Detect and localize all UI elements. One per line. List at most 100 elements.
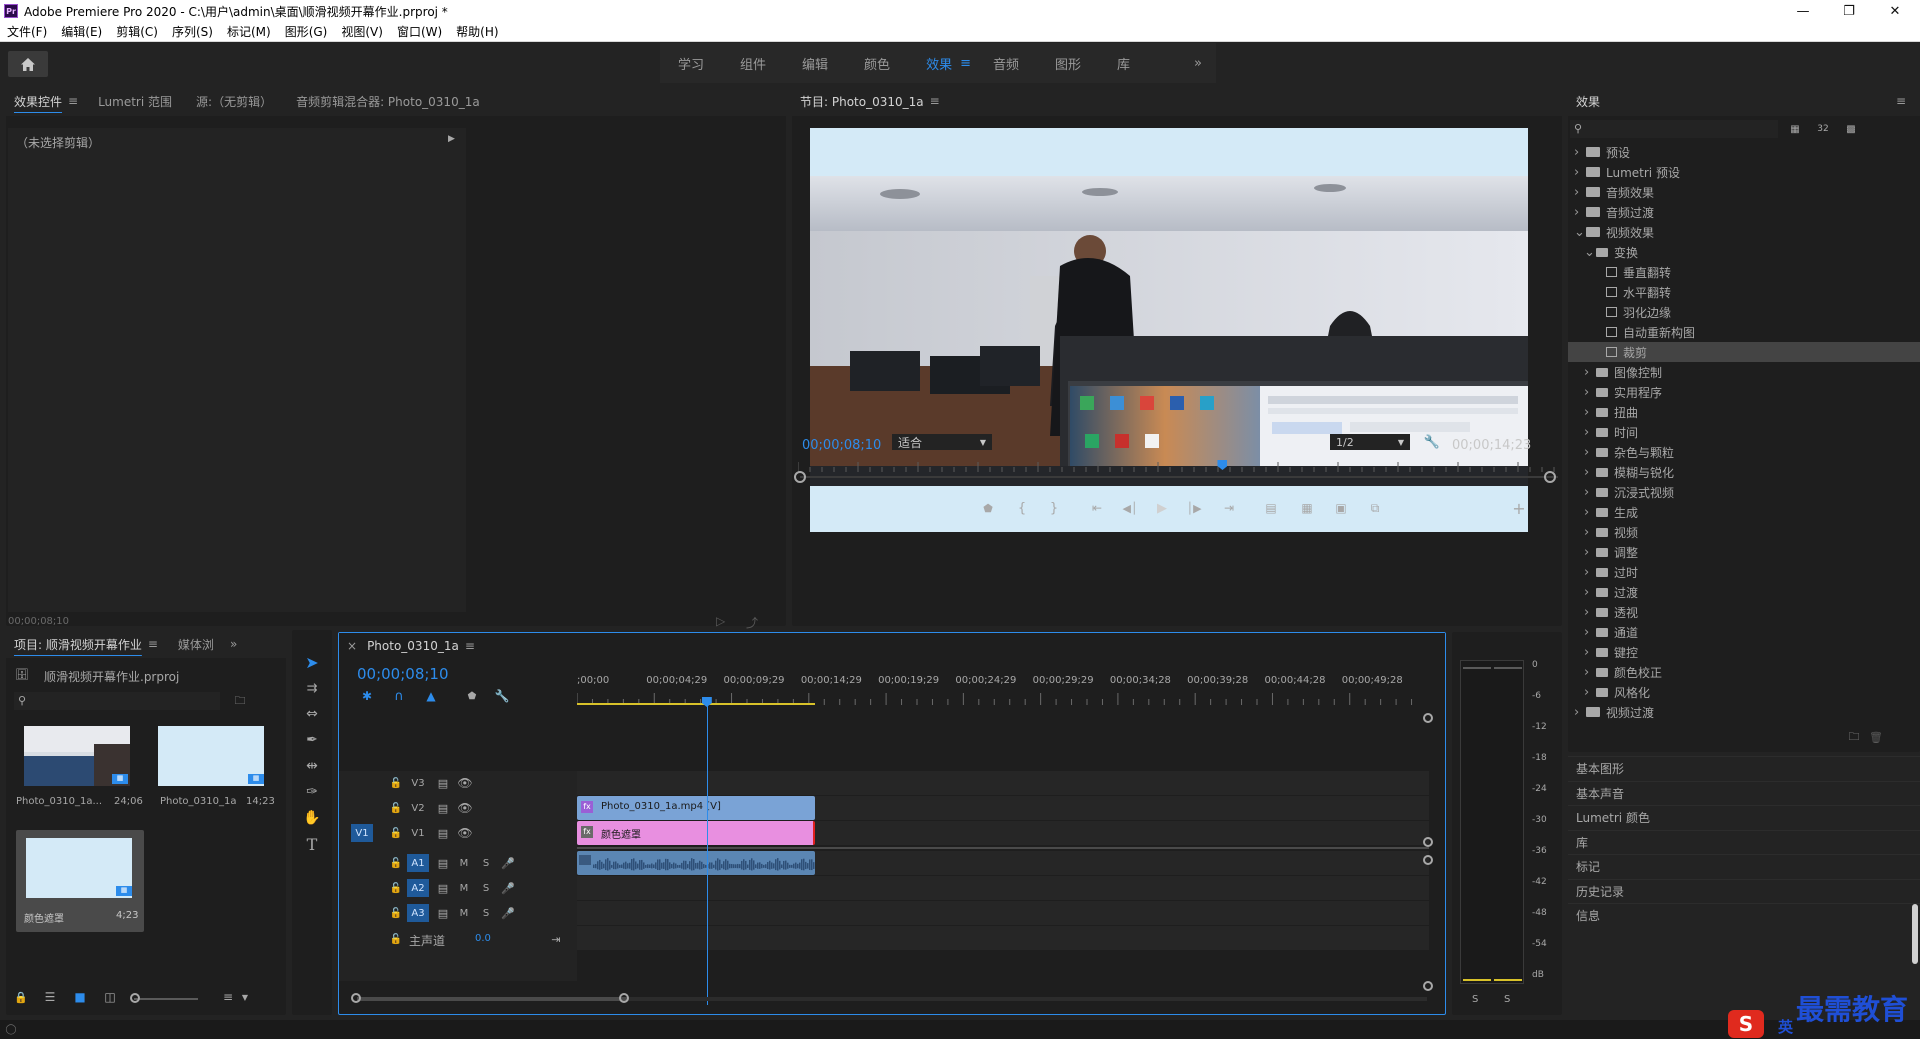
workspace-menu-icon[interactable]: ≡ <box>956 56 975 71</box>
effect-folder[interactable]: › 颜色校正 <box>1568 662 1920 682</box>
lock-icon[interactable]: 🔒 <box>14 990 28 1004</box>
solo-right-button[interactable]: S <box>1504 994 1510 1005</box>
program-timecode[interactable]: 00;00;08;10 <box>802 438 881 453</box>
toggle-output-eye-icon[interactable]: 👁 <box>457 825 473 841</box>
master-volume-value[interactable]: 0.0 <box>475 933 491 944</box>
tab-media-browser[interactable]: 媒体浏 <box>178 636 214 653</box>
menu-sequence[interactable]: 序列(S) <box>165 23 220 40</box>
source-patch-empty[interactable] <box>351 854 373 872</box>
source-patch-v1[interactable]: V1 <box>351 824 373 842</box>
menu-file[interactable]: 文件(F) <box>0 23 54 40</box>
expand-right-icon[interactable]: ▶ <box>448 134 455 144</box>
mark-out-icon[interactable]: } <box>1046 500 1062 516</box>
effect-folder[interactable]: › 杂色与颗粒 <box>1568 442 1920 462</box>
linked-selection-icon[interactable]: ▲ <box>423 689 439 703</box>
source-patch-empty[interactable] <box>351 904 373 922</box>
close-button[interactable]: ✕ <box>1872 0 1918 22</box>
track-lock-icon[interactable]: 🔓 <box>389 931 403 947</box>
track-target[interactable]: A1 <box>407 854 429 872</box>
export-frame-camera-icon[interactable]: ▣ <box>1332 500 1350 516</box>
effect-folder[interactable]: › 音频效果 <box>1568 182 1920 202</box>
workspace-color[interactable]: 颜色 <box>846 54 908 73</box>
lift-icon[interactable]: ▤ <box>1262 500 1280 516</box>
timeline-h-scroll-thumb[interactable] <box>357 997 627 1001</box>
effect-folder[interactable]: › 视频 <box>1568 522 1920 542</box>
sync-lock-icon[interactable]: ▤ <box>435 880 451 896</box>
mute-button[interactable]: M <box>457 855 471 871</box>
zoom-slider-handle[interactable] <box>130 993 140 1003</box>
sync-lock-icon[interactable]: ▤ <box>435 825 451 841</box>
project-item-selected[interactable]: ▦ 颜色遮罩 4;23 <box>16 830 144 932</box>
right-scrollbar-thumb[interactable] <box>1912 904 1918 964</box>
hand-tool-icon[interactable]: ✋ <box>300 808 324 828</box>
filter-icon[interactable]: ▷ <box>716 614 725 628</box>
maximize-button[interactable]: ❐ <box>1826 0 1872 22</box>
video-audio-divider[interactable] <box>577 847 1429 849</box>
effect-folder[interactable]: ⌄ 变换 <box>1568 242 1920 262</box>
list-view-icon[interactable]: ☰ <box>42 990 58 1004</box>
timeline-settings-wrench-icon[interactable]: 🔧 <box>495 689 510 703</box>
menu-window[interactable]: 窗口(W) <box>390 23 449 40</box>
menu-view[interactable]: 视图(V) <box>334 23 390 40</box>
workspace-learn[interactable]: 学习 <box>660 54 722 73</box>
mute-button[interactable]: M <box>457 905 471 921</box>
menu-graphics[interactable]: 图形(G) <box>278 23 335 40</box>
extract-icon[interactable]: ▦ <box>1298 500 1316 516</box>
effect-folder[interactable]: › 透视 <box>1568 602 1920 622</box>
button-editor-plus-icon[interactable]: + <box>1510 499 1528 518</box>
chevron-right-icon[interactable]: › <box>1584 485 1596 500</box>
new-custom-bin-icon[interactable]: 🗀 <box>1846 730 1862 744</box>
workspace-libraries[interactable]: 库 <box>1099 54 1148 73</box>
workspace-assembly[interactable]: 组件 <box>722 54 784 73</box>
step-forward-icon[interactable]: │▶ <box>1186 500 1202 516</box>
side-panel-tab[interactable]: 信息 <box>1568 903 1920 927</box>
delete-icon[interactable]: 🗑 <box>1868 730 1884 744</box>
zoom-handle-left[interactable] <box>794 471 806 483</box>
chevron-right-icon[interactable]: › <box>1584 445 1596 460</box>
effect-folder[interactable]: › 扭曲 <box>1568 402 1920 422</box>
play-icon[interactable]: ▶ <box>1154 500 1170 516</box>
razor-tool-icon[interactable]: ✒ <box>300 730 324 750</box>
track-target[interactable]: V1 <box>407 824 429 842</box>
monitor-mini-ruler[interactable] <box>797 462 1556 472</box>
effect-folder[interactable]: › 沉浸式视频 <box>1568 482 1920 502</box>
track-select-tool-icon[interactable]: ⇉ <box>300 678 324 698</box>
step-back-icon[interactable]: ◀│ <box>1122 500 1138 516</box>
solo-button[interactable]: S <box>479 905 493 921</box>
side-panel-tab[interactable]: Lumetri 颜色 <box>1568 805 1920 829</box>
panel-menu-icon[interactable]: ≡ <box>930 94 940 108</box>
tab-lumetri-scopes[interactable]: Lumetri 范围 <box>98 93 172 110</box>
minimize-button[interactable]: — <box>1780 0 1826 22</box>
panel-menu-icon[interactable]: ≡ <box>148 637 158 651</box>
side-panel-tab[interactable]: 历史记录 <box>1568 878 1920 903</box>
effect-folder[interactable]: › 模糊与锐化 <box>1568 462 1920 482</box>
go-to-out-icon[interactable]: ⇥ <box>1220 500 1238 516</box>
track-lock-icon[interactable]: 🔓 <box>389 825 403 841</box>
chevron-right-icon[interactable]: › <box>1574 705 1586 720</box>
effect-folder[interactable]: › 时间 <box>1568 422 1920 442</box>
panel-menu-icon[interactable]: ≡ <box>465 639 475 653</box>
chevron-right-icon[interactable]: › <box>1584 585 1596 600</box>
chevron-right-icon[interactable]: › <box>1584 545 1596 560</box>
track-target[interactable]: A2 <box>407 879 429 897</box>
lane-v3[interactable] <box>577 771 1429 795</box>
effect-folder[interactable]: › Lumetri 预设 <box>1568 162 1920 182</box>
h-scroll-left-handle[interactable] <box>351 993 361 1003</box>
workspace-graphics[interactable]: 图形 <box>1037 54 1099 73</box>
mark-in-icon[interactable]: { <box>1014 500 1030 516</box>
chevron-right-icon[interactable]: › <box>1584 405 1596 420</box>
source-patch-empty[interactable] <box>351 879 373 897</box>
type-tool-icon[interactable]: T <box>300 834 324 854</box>
chevron-right-icon[interactable]: › <box>1574 185 1586 200</box>
add-marker-icon[interactable]: ⬟ <box>980 500 996 516</box>
track-lock-icon[interactable]: 🔓 <box>389 905 403 921</box>
tab-audio-clip-mixer[interactable]: 音频剪辑混合器: Photo_0310_1a <box>296 93 480 110</box>
go-to-in-icon[interactable]: ⇤ <box>1088 500 1106 516</box>
chevron-right-icon[interactable]: › <box>1584 565 1596 580</box>
sync-lock-icon[interactable]: ▤ <box>435 905 451 921</box>
chevron-right-icon[interactable]: › <box>1574 145 1586 160</box>
project-item[interactable]: ▦ Photo_0310_1a... 24;06 <box>16 726 143 826</box>
project-item[interactable]: ▦ Photo_0310_1a 14;23 <box>148 726 275 826</box>
panel-menu-icon[interactable]: ≡ <box>1896 94 1906 108</box>
lane-a3[interactable] <box>577 901 1429 925</box>
